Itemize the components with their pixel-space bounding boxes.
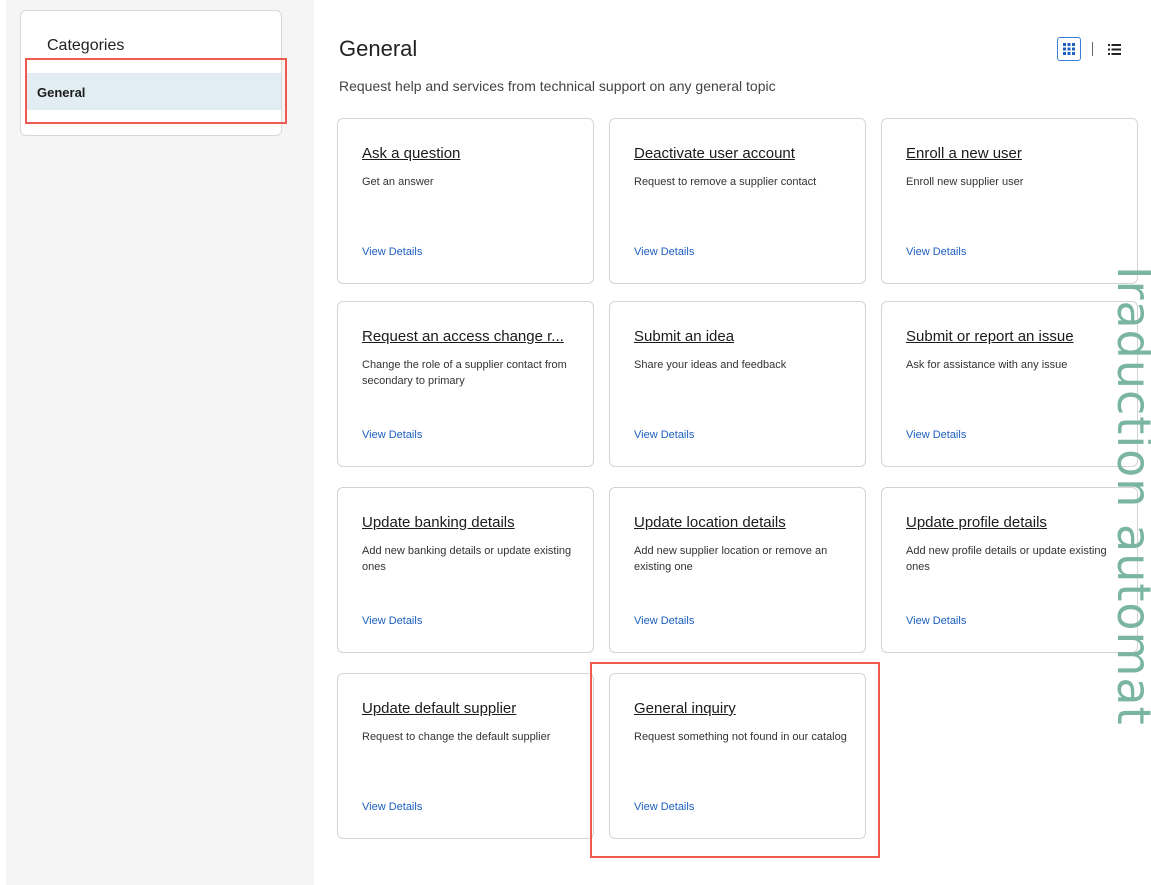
view-details-link[interactable]: View Details	[362, 801, 422, 813]
card-title[interactable]: Ask a question	[362, 145, 577, 162]
card-deactivate-user-account[interactable]: Deactivate user account Request to remov…	[609, 118, 866, 284]
card-title[interactable]: Request an access change r...	[362, 328, 577, 345]
categories-title: Categories	[47, 37, 125, 54]
card-request-access-change[interactable]: Request an access change r... Change the…	[337, 301, 594, 467]
card-title[interactable]: Update location details	[634, 514, 849, 531]
view-details-link[interactable]: View Details	[362, 429, 422, 441]
card-update-default-supplier[interactable]: Update default supplier Request to chang…	[337, 673, 594, 839]
card-title[interactable]: Update banking details	[362, 514, 577, 531]
list-icon	[1107, 43, 1121, 55]
grid-icon	[1063, 43, 1075, 55]
view-details-link[interactable]: View Details	[362, 246, 422, 258]
card-description: Add new supplier location or remove an e…	[634, 545, 828, 573]
card-description: Request to remove a supplier contact	[634, 176, 817, 188]
list-view-button[interactable]	[1104, 39, 1124, 59]
page-title: General	[339, 36, 418, 61]
card-description: Ask for assistance with any issue	[906, 359, 1068, 371]
watermark: Iraduction automat	[1117, 266, 1151, 885]
card-title[interactable]: Submit an idea	[634, 328, 849, 345]
view-details-link[interactable]: View Details	[362, 615, 422, 627]
card-description: Request something not found in our catal…	[634, 731, 847, 743]
view-details-link[interactable]: View Details	[906, 429, 966, 441]
card-general-inquiry[interactable]: General inquiry Request something not fo…	[609, 673, 866, 839]
view-details-link[interactable]: View Details	[906, 246, 966, 258]
card-description: Change the role of a supplier contact fr…	[362, 359, 567, 387]
card-title[interactable]: Update default supplier	[362, 700, 577, 717]
toggle-divider	[1092, 42, 1093, 56]
categories-panel: Categories General	[20, 10, 282, 136]
card-update-profile-details[interactable]: Update profile details Add new profile d…	[881, 487, 1138, 653]
card-description: Get an answer	[362, 176, 434, 188]
card-submit-an-idea[interactable]: Submit an idea Share your ideas and feed…	[609, 301, 866, 467]
view-details-link[interactable]: View Details	[634, 615, 694, 627]
watermark-text: Iraduction automat	[1117, 266, 1151, 726]
card-description: Request to change the default supplier	[362, 731, 551, 743]
view-details-link[interactable]: View Details	[634, 801, 694, 813]
card-description: Share your ideas and feedback	[634, 359, 787, 371]
page-subtitle: Request help and services from technical…	[339, 78, 776, 94]
card-title[interactable]: Enroll a new user	[906, 145, 1121, 162]
card-title[interactable]: Update profile details	[906, 514, 1121, 531]
grid-view-button[interactable]	[1057, 37, 1081, 61]
card-update-banking-details[interactable]: Update banking details Add new banking d…	[337, 487, 594, 653]
category-item-general[interactable]: General	[27, 73, 281, 110]
view-details-link[interactable]: View Details	[634, 429, 694, 441]
card-description: Add new banking details or update existi…	[362, 545, 572, 573]
view-toggle	[1057, 37, 1124, 61]
card-submit-or-report-an-issue[interactable]: Submit or report an issue Ask for assist…	[881, 301, 1138, 467]
card-description: Enroll new supplier user	[906, 176, 1024, 188]
card-title[interactable]: General inquiry	[634, 700, 849, 717]
view-details-link[interactable]: View Details	[634, 246, 694, 258]
view-details-link[interactable]: View Details	[906, 615, 966, 627]
card-enroll-a-new-user[interactable]: Enroll a new user Enroll new supplier us…	[881, 118, 1138, 284]
card-description: Add new profile details or update existi…	[906, 545, 1107, 573]
card-title[interactable]: Deactivate user account	[634, 145, 849, 162]
main-content: General Request help and services from t…	[314, 10, 1151, 885]
card-update-location-details[interactable]: Update location details Add new supplier…	[609, 487, 866, 653]
card-ask-a-question[interactable]: Ask a question Get an answer View Detail…	[337, 118, 594, 284]
card-title[interactable]: Submit or report an issue	[906, 328, 1121, 345]
